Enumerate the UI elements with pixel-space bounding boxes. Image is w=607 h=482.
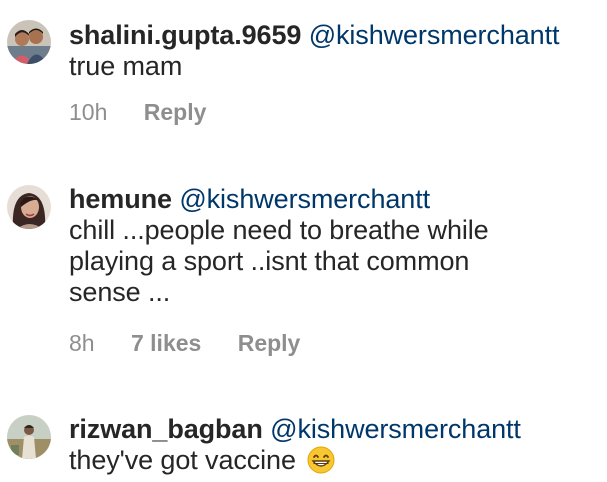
comment-username[interactable]: shalini.gupta.9659 [69,20,301,50]
likes-count[interactable]: 7 likes [131,329,201,357]
comment-text: chill ...people need to breathe while [69,215,489,245]
avatar-photo-woman-icon [7,185,51,229]
avatar[interactable] [7,185,51,229]
reply-button[interactable]: Reply [238,329,301,357]
reply-button[interactable]: Reply [144,98,207,126]
comment-username[interactable]: rizwan_bagban [69,414,263,444]
comment-text: they've got vaccine [69,445,296,475]
comment-header: rizwan_bagban @kishwersmerchantt [69,414,601,445]
comment-mention[interactable]: @kishwersmerchantt [270,414,521,444]
comment-text-row: they've got vaccine [69,445,601,481]
avatar[interactable] [7,415,51,459]
avatar[interactable] [7,20,51,64]
comment-header: hemune @kishwersmerchantt [69,184,601,215]
comment-mention[interactable]: @kishwersmerchantt [309,20,560,50]
comment-meta: 8h 7 likes Reply [69,329,300,357]
comment-time: 8h [69,330,95,356]
comment-header: shalini.gupta.9659 @kishwersmerchantt [69,20,601,51]
comment-text: sense ... [69,277,171,307]
comment-mention[interactable]: @kishwersmerchantt [179,184,430,214]
avatar-photo-couple-icon [7,20,51,64]
comment-time: 10h [69,99,108,125]
comment-text: playing a sport ..isnt that common [69,246,470,276]
comment-meta: 10h Reply [69,98,206,126]
comment-text: true mam [69,51,183,81]
avatar-photo-man-outdoor-icon [7,415,51,459]
grinning-face-emoji-icon [307,446,335,481]
comment-username[interactable]: hemune [69,184,172,214]
